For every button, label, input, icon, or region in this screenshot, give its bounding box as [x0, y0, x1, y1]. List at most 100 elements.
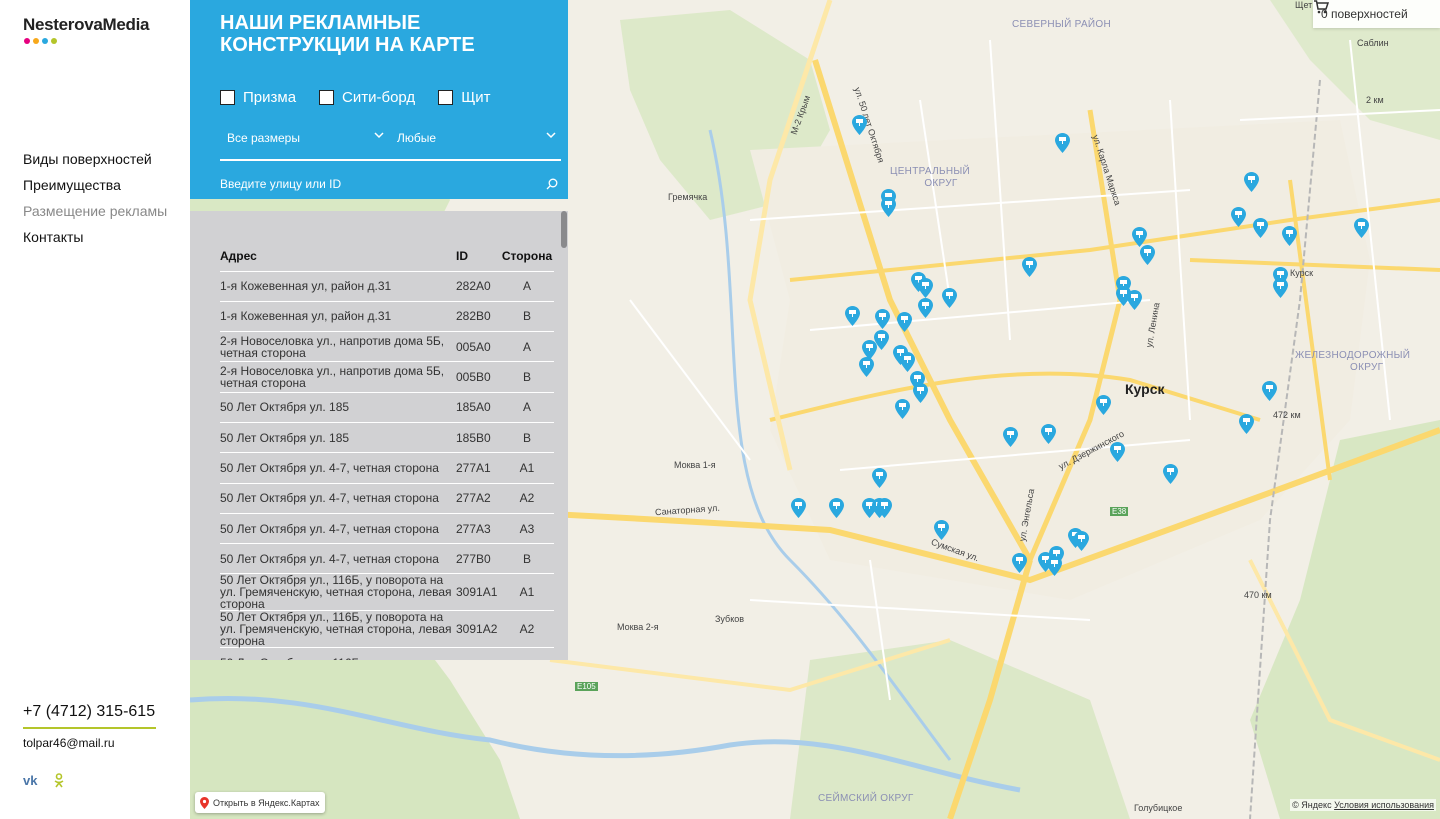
billboard-pin-icon[interactable] — [791, 498, 806, 518]
cell-side: B — [500, 422, 554, 454]
billboard-pin-icon[interactable] — [1244, 172, 1259, 192]
checkbox[interactable] — [319, 90, 335, 105]
email-link[interactable]: tolpar46@mail.ru — [23, 736, 115, 750]
billboard-pin-icon[interactable] — [1282, 226, 1297, 246]
phone-link[interactable]: +7 (4712) 315-615 — [23, 703, 156, 729]
billboard-pin-icon[interactable] — [918, 298, 933, 318]
km-2: 2 км — [1366, 95, 1384, 105]
cart-button[interactable]: 0 поверхностей — [1313, 0, 1440, 28]
cell-side: B — [500, 543, 554, 575]
vk-icon[interactable]: vk — [23, 773, 37, 788]
cell-id: 277A2 — [456, 483, 500, 514]
billboard-pin-icon[interactable] — [872, 468, 887, 488]
table-row[interactable]: 50 Лет Октября ул. 4-7, четная сторона 27… — [220, 452, 554, 484]
table-header-row: Адрес ID Сторона — [220, 241, 554, 272]
billboard-pin-icon[interactable] — [845, 306, 860, 326]
billboard-pin-icon[interactable] — [918, 278, 933, 298]
nav-item-advantages[interactable]: Преимущества — [23, 176, 167, 202]
billboard-pin-icon[interactable] — [1262, 381, 1277, 401]
column-address: Адрес — [220, 241, 456, 272]
billboard-pin-icon[interactable] — [913, 383, 928, 403]
search-icon[interactable] — [546, 178, 558, 190]
nav-item-placement[interactable]: Размещение рекламы — [23, 202, 167, 228]
billboard-pin-icon[interactable] — [1003, 427, 1018, 447]
table-row[interactable]: 50 Лет Октября ул. 4-7, четная сторона 27… — [220, 483, 554, 514]
table-row[interactable]: 50 Лет Октября ул. 185 185B0 B — [220, 422, 554, 454]
table-row[interactable]: 50 Лет Октября ул., 116Б, у поворота на … — [220, 573, 554, 612]
billboard-pin-icon[interactable] — [852, 115, 867, 135]
cell-address: 1-я Кожевенная ул, район д.31 — [220, 301, 456, 333]
table-row[interactable]: 2-я Новоселовка ул., напротив дома 5Б, ч… — [220, 331, 554, 363]
billboard-pin-icon[interactable] — [1022, 257, 1037, 277]
open-yandex-maps-label: Открыть в Яндекс.Картах — [213, 797, 320, 808]
cell-address: 50 Лет Октября ул., 116Б, у поворота на — [220, 647, 456, 660]
table-row[interactable]: 50 Лет Октября ул. 4-7, четная сторона 27… — [220, 513, 554, 545]
billboard-pin-icon[interactable] — [942, 288, 957, 308]
billboard-pin-icon[interactable] — [1132, 227, 1147, 247]
table-row[interactable]: 1-я Кожевенная ул, район д.31 282B0 B — [220, 301, 554, 333]
billboard-pin-icon[interactable] — [881, 197, 896, 217]
scrollbar-thumb[interactable] — [561, 211, 567, 248]
billboard-pin-icon[interactable] — [897, 312, 912, 332]
billboard-pin-icon[interactable] — [1110, 442, 1125, 462]
cell-side: A — [500, 271, 554, 302]
billboard-pin-icon[interactable] — [1231, 207, 1246, 227]
checkbox[interactable] — [438, 90, 454, 105]
km-470: 470 км — [1244, 590, 1272, 600]
billboard-pin-icon[interactable] — [934, 520, 949, 540]
table-body: 1-я Кожевенная ул, район д.31 282A0 A 1-я К… — [220, 271, 554, 660]
billboard-pin-icon[interactable] — [1055, 133, 1070, 153]
table-row[interactable]: 50 Лет Октября ул., 116Б, у поворота на — [220, 647, 554, 660]
billboard-pin-icon[interactable] — [1354, 218, 1369, 238]
billboard-pin-icon[interactable] — [829, 498, 844, 518]
filter-shield[interactable]: Щит — [438, 89, 491, 106]
billboard-pin-icon[interactable] — [1239, 414, 1254, 434]
yandex-pin-icon — [200, 796, 209, 809]
ok-icon[interactable] — [54, 773, 64, 792]
billboard-pin-icon[interactable] — [1253, 218, 1268, 238]
side-select[interactable]: Любые — [390, 129, 561, 159]
size-select[interactable]: Все размеры — [220, 129, 390, 159]
billboard-pin-icon[interactable] — [1012, 553, 1027, 573]
table-row[interactable]: 50 Лет Октября ул. 4-7, четная сторона 27… — [220, 543, 554, 575]
billboard-pin-icon[interactable] — [900, 352, 915, 372]
terms-link[interactable]: Условия использования — [1334, 800, 1434, 810]
cell-address: 50 Лет Октября ул. 185 — [220, 392, 456, 423]
cell-id: 185A0 — [456, 392, 500, 423]
type-filters: Призма Сити-борд Щит — [220, 89, 514, 106]
cell-side: A1 — [500, 573, 554, 612]
logo-dot — [51, 38, 57, 44]
filter-label: Призма — [243, 89, 297, 106]
place-sablin: Саблин — [1357, 38, 1389, 48]
billboard-pin-icon[interactable] — [1047, 556, 1062, 576]
billboard-pin-icon[interactable] — [877, 498, 892, 518]
logo[interactable]: NesterovaMedia — [23, 15, 150, 35]
billboard-pin-icon[interactable] — [1163, 464, 1178, 484]
table-row[interactable]: 1-я Кожевенная ул, район д.31 282A0 A — [220, 271, 554, 302]
filter-city-board[interactable]: Сити-борд — [319, 89, 415, 106]
open-yandex-maps-button[interactable]: Открыть в Яндекс.Картах — [195, 792, 326, 813]
billboard-pin-icon[interactable] — [1127, 290, 1142, 310]
place-moskva1: Моква 1-я — [674, 460, 716, 470]
checkbox[interactable] — [220, 90, 235, 105]
billboard-pin-icon[interactable] — [875, 309, 890, 329]
billboard-pin-icon[interactable] — [1041, 424, 1056, 444]
table-row[interactable]: 2-я Новоселовка ул., напротив дома 5Б, ч… — [220, 361, 554, 393]
billboard-pin-icon[interactable] — [1273, 278, 1288, 298]
cell-id: 005A0 — [456, 331, 500, 363]
search-input[interactable]: Введите улицу или ID — [220, 170, 561, 194]
table-row[interactable]: 50 Лет Октября ул., 116Б, у поворота на … — [220, 610, 554, 649]
road-e105: E105 — [575, 682, 598, 691]
logo-dot — [33, 38, 39, 44]
billboard-pin-icon[interactable] — [895, 399, 910, 419]
logo-dots — [24, 38, 57, 44]
billboard-pin-icon[interactable] — [1074, 531, 1089, 551]
billboard-pin-icon[interactable] — [1140, 245, 1155, 265]
table-row[interactable]: 50 Лет Октября ул. 185 185A0 A — [220, 392, 554, 423]
billboard-pin-icon[interactable] — [1096, 395, 1111, 415]
filter-prizma[interactable]: Призма — [220, 89, 296, 106]
scrollbar[interactable] — [560, 211, 568, 660]
nav-item-surfaces[interactable]: Виды поверхностей — [23, 150, 167, 176]
billboard-pin-icon[interactable] — [859, 357, 874, 377]
nav-item-contacts[interactable]: Контакты — [23, 228, 167, 254]
